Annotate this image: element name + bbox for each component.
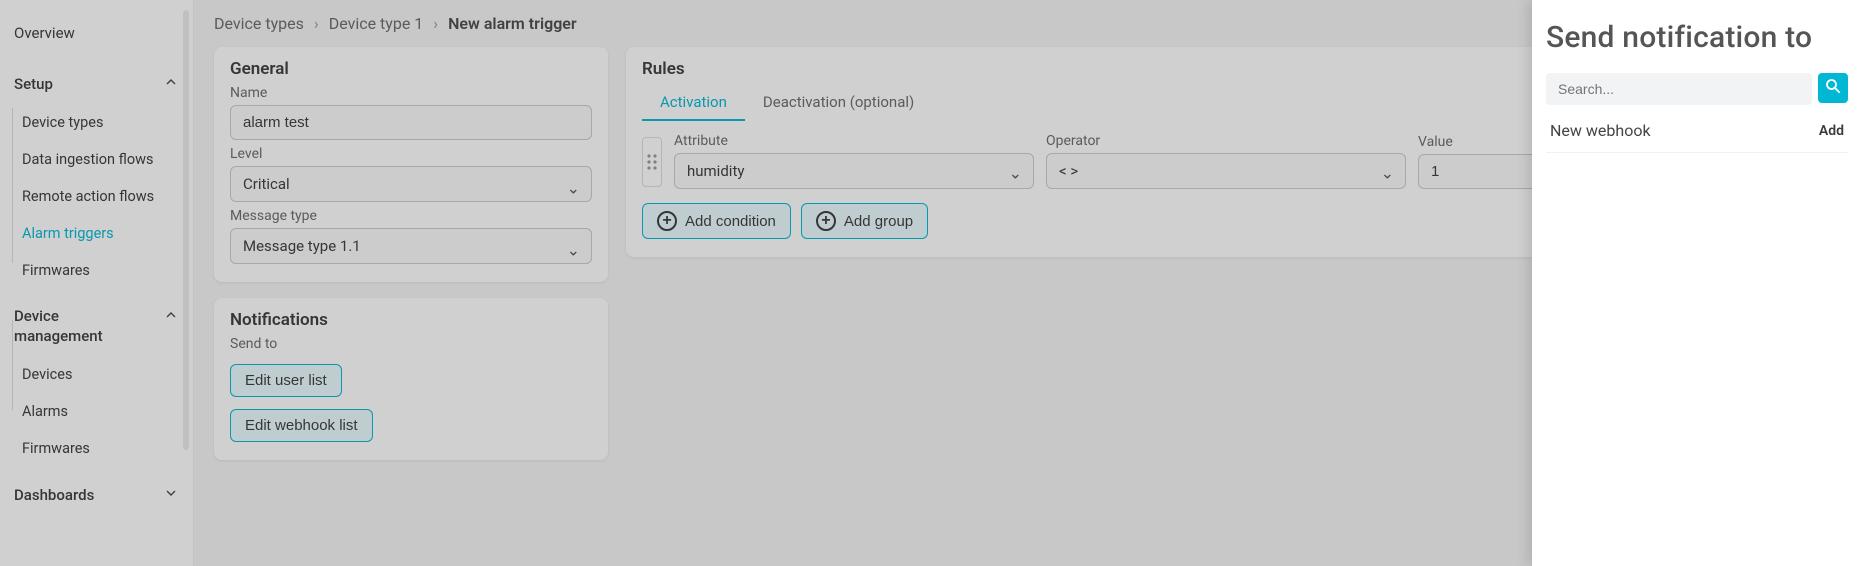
search-input[interactable] <box>1546 73 1812 105</box>
search-button[interactable] <box>1818 73 1848 103</box>
result-label: New webhook <box>1550 121 1651 140</box>
drawer-title: Send notification to <box>1546 20 1848 55</box>
send-notification-drawer: Send notification to New webhook Add <box>1532 0 1862 566</box>
modal-overlay[interactable]: Send notification to New webhook Add <box>0 0 1862 566</box>
add-button[interactable]: Add <box>1819 123 1844 139</box>
search-icon <box>1824 77 1842 99</box>
result-row-new-webhook: New webhook Add <box>1546 109 1848 153</box>
